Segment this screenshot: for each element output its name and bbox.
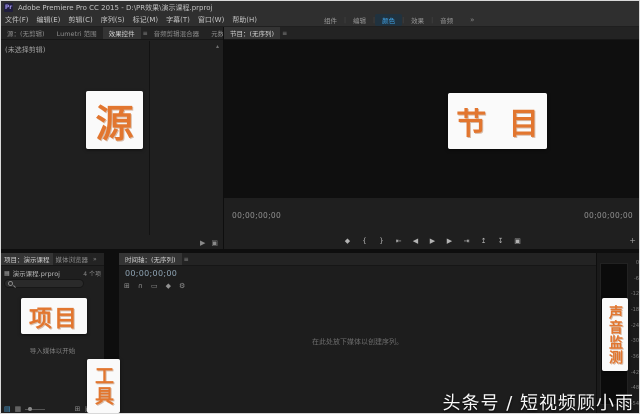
program-video-area (224, 40, 639, 198)
project-overflow-icon[interactable]: » (93, 256, 97, 263)
meter-tick: -42 (630, 369, 639, 376)
source-panel-tabs: 源：(无剪辑) Lumetri 范围 效果控件 ≡ 音频剪辑混合器 元数据 (1, 27, 223, 40)
transport-controls: ◆ { } ⇤ ◀ ▶ ▶ ⇥ ↥ ↧ ▣ (224, 237, 639, 245)
annotation-program: 节 目 (448, 93, 547, 149)
menu-file[interactable]: 文件(F) (5, 15, 29, 25)
new-bin-icon[interactable]: ⊞ (75, 405, 81, 413)
tab-project[interactable]: 项目：演示课程 (1, 253, 53, 265)
snap-icon[interactable]: ∩ (138, 282, 143, 290)
timeline-empty-hint: 在此处放下媒体以创建序列。 (312, 338, 403, 346)
add-marker-icon[interactable]: ◆ (344, 237, 352, 245)
tab-lumetri-scopes[interactable]: Lumetri 范围 (51, 27, 103, 39)
workspace-tab-color[interactable]: 颜色 (375, 14, 403, 26)
meter-tick: -12 (630, 291, 639, 298)
menu-title[interactable]: 字幕(T) (166, 15, 190, 25)
list-view-icon[interactable]: ▤ (4, 405, 11, 413)
insert-overwrite-icon[interactable]: ⊞ (124, 282, 130, 290)
comparison-view-icon[interactable]: ▣ (211, 239, 218, 247)
project-file-icon: ▦ (4, 269, 10, 277)
app-icon: Pr (4, 3, 13, 12)
project-item-count: 4 个项 (83, 270, 101, 278)
workspace-tab-assembly[interactable]: 组件 (317, 14, 344, 26)
audio-meter-scale: 0 -6 -12 -18 -24 -30 -36 -42 -48 -54 (628, 261, 639, 407)
menu-marker[interactable]: 标记(M) (133, 15, 159, 25)
project-panel-tabs: 项目：演示课程 媒体浏览器 » (1, 253, 104, 266)
title-bar: Pr Adobe Premiere Pro CC 2015 - D:\PR效果\… (1, 1, 639, 14)
annotation-audio-meters: 声音监测 (602, 298, 628, 371)
project-empty-hint: 导入媒体以开始 (29, 347, 76, 355)
tab-effect-controls[interactable]: 效果控件 (102, 27, 141, 39)
scroll-up-icon[interactable]: ▴ (216, 43, 219, 50)
timeline-settings-icon[interactable]: ⚙ (179, 282, 185, 290)
program-panel-tabs: 节目：(无序列) ≡ (224, 27, 639, 40)
play-in-to-out-icon[interactable]: ▶ (200, 239, 205, 247)
tab-timeline[interactable]: 时间轴：(无序列) (119, 253, 182, 265)
tab-audio-clip-mixer[interactable]: 音频剪辑混合器 (148, 27, 206, 39)
extract-icon[interactable]: ↧ (497, 237, 505, 245)
menu-window[interactable]: 窗口(W) (198, 15, 224, 25)
panel-menu-icon[interactable]: ≡ (282, 30, 287, 37)
effect-controls-footer: ▶ ▣ (200, 239, 218, 247)
program-duration-timecode: 00;00;00;00 (583, 211, 633, 220)
window-title: Adobe Premiere Pro CC 2015 - D:\PR效果\演示课… (18, 3, 213, 12)
workspace-tab-effects[interactable]: 效果 (404, 14, 431, 26)
panel-menu-icon[interactable]: ≡ (184, 256, 189, 263)
no-clip-selected-text: (未选择剪辑) (5, 46, 46, 54)
mark-in-icon[interactable]: { (361, 237, 369, 245)
meter-tick: -18 (630, 306, 639, 313)
meter-tick: -30 (630, 338, 639, 345)
export-frame-icon[interactable]: ▣ (514, 237, 522, 245)
timeline-toolbar: ⊞ ∩ ▭ ◆ ⚙ (124, 282, 185, 290)
program-current-timecode[interactable]: 00;00;00;00 (232, 211, 281, 220)
workspace-bar: 组件 | 编辑 | 颜色 | 效果 | 音频 » (317, 14, 474, 26)
go-to-in-icon[interactable]: ⇤ (395, 237, 403, 245)
timeline-timecode[interactable]: 00;00;00;00 (125, 269, 177, 278)
project-search-input[interactable] (4, 279, 84, 288)
workspace-tab-editing[interactable]: 编辑 (346, 14, 373, 26)
annotation-source: 源 (86, 91, 143, 149)
linked-selection-icon[interactable]: ▭ (151, 282, 158, 290)
timeline-panel-tabs: 时间轴：(无序列) ≡ (119, 253, 596, 266)
menu-help[interactable]: 帮助(H) (232, 15, 257, 25)
tab-source-monitor[interactable]: 源：(无剪辑) (1, 27, 51, 39)
annotation-tools: 工具 (87, 359, 120, 413)
workspace-overflow-icon[interactable]: » (470, 16, 474, 24)
watermark-text: 头条号 / 短视频顾小雨 (442, 393, 634, 414)
add-marker-icon[interactable]: ◆ (166, 282, 171, 290)
button-editor-icon[interactable]: + (629, 236, 636, 245)
effect-controls-divider[interactable] (149, 41, 150, 235)
play-icon[interactable]: ▶ (429, 237, 437, 245)
lift-icon[interactable]: ↥ (480, 237, 488, 245)
meter-tick: -24 (630, 322, 639, 329)
program-monitor-panel: 节目：(无序列) ≡ 00;00;00;00 00;00;00;00 ◆ { }… (224, 27, 639, 249)
step-forward-icon[interactable]: ▶ (446, 237, 454, 245)
mark-out-icon[interactable]: } (378, 237, 386, 245)
annotation-project: 项目 (21, 298, 87, 334)
search-icon (8, 281, 13, 286)
premiere-window: Pr Adobe Premiere Pro CC 2015 - D:\PR效果\… (0, 0, 640, 414)
meter-tick: -6 (634, 275, 639, 282)
menu-sequence[interactable]: 序列(S) (101, 15, 125, 25)
workspace-tab-audio[interactable]: 音频 (433, 14, 460, 26)
project-file-name: 演示课程.prproj (12, 270, 60, 278)
meter-tick: 0 (635, 260, 639, 266)
thumbnail-zoom-slider[interactable] (25, 406, 46, 411)
tab-metadata[interactable]: 元数据 (205, 27, 223, 39)
go-to-out-icon[interactable]: ⇥ (463, 237, 471, 245)
tab-media-browser[interactable]: 媒体浏览器 (53, 253, 92, 265)
meter-tick: -36 (630, 353, 639, 360)
menu-edit[interactable]: 编辑(E) (37, 15, 61, 25)
icon-view-icon[interactable]: ▦ (15, 405, 22, 413)
menu-clip[interactable]: 剪辑(C) (68, 15, 92, 25)
tab-program-monitor[interactable]: 节目：(无序列) (224, 27, 281, 39)
step-back-icon[interactable]: ◀ (412, 237, 420, 245)
project-file-row[interactable]: ▦ 演示课程.prproj 4 个项 (4, 268, 101, 279)
